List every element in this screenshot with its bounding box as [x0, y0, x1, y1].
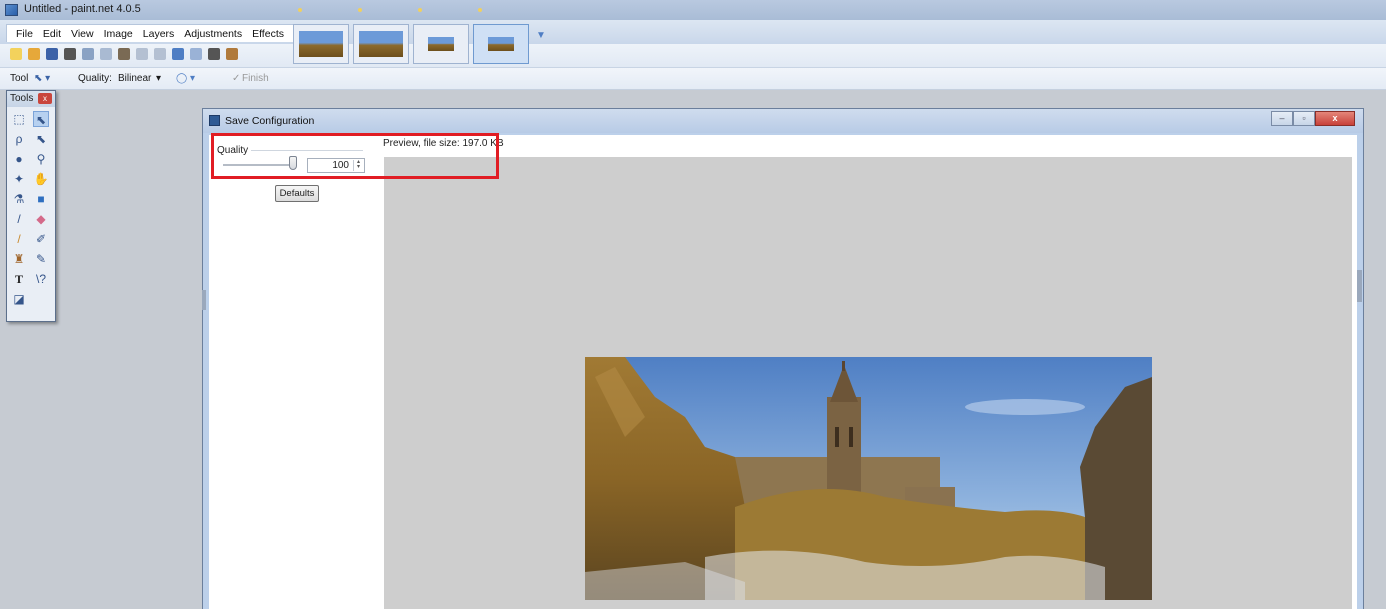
defaults-button[interactable]: Defaults: [275, 185, 319, 202]
pencil-icon[interactable]: /: [11, 231, 27, 247]
cut-icon[interactable]: [82, 48, 94, 60]
tool-arrow-icon[interactable]: ⬉ ▾: [34, 73, 50, 84]
new-icon[interactable]: [10, 48, 22, 60]
crop-icon[interactable]: [136, 48, 148, 60]
close-button[interactable]: x: [1315, 111, 1355, 126]
magic-wand-icon[interactable]: ✦: [11, 171, 27, 187]
line-curve-icon[interactable]: \?: [33, 271, 49, 287]
zoom-icon[interactable]: ⚲: [33, 151, 49, 167]
tab-dot-3: [418, 8, 422, 12]
dialog-title: Save Configuration: [225, 115, 315, 127]
image-thumb-4[interactable]: [473, 24, 529, 64]
image-thumb-3[interactable]: [413, 24, 469, 64]
tools-close-button[interactable]: x: [38, 93, 52, 104]
preview-area: [384, 157, 1352, 609]
save-icon[interactable]: [46, 48, 58, 60]
image-tabs: [293, 24, 529, 64]
tools-panel-title: Tools x: [7, 91, 55, 107]
window-title: Untitled - paint.net 4.0.5: [24, 3, 141, 15]
pan-icon[interactable]: ✋: [33, 171, 49, 187]
color-picker-icon[interactable]: ✐: [33, 231, 49, 247]
tab-dot-2: [358, 8, 362, 12]
menu-layers[interactable]: Layers: [138, 27, 180, 40]
settings-pane: Quality 100 ▴ ▾ Defaults: [209, 135, 383, 609]
quality-highlight-box: [211, 133, 499, 179]
image-thumb-2[interactable]: [353, 24, 409, 64]
preview-image: [585, 357, 1152, 600]
antialias-icon[interactable]: ◯ ▾: [176, 73, 195, 84]
open-icon[interactable]: [28, 48, 40, 60]
paste-icon[interactable]: [118, 48, 130, 60]
lasso-icon[interactable]: ρ: [11, 131, 27, 147]
quality-dropdown-arrow-icon[interactable]: ▾: [156, 73, 161, 84]
recolor-icon[interactable]: ✎: [33, 251, 49, 267]
ruler-icon[interactable]: [226, 48, 238, 60]
maximize-button[interactable]: ▫: [1293, 111, 1315, 126]
minimize-button[interactable]: –: [1271, 111, 1293, 126]
undo-icon[interactable]: [172, 48, 184, 60]
clone-stamp-icon[interactable]: ♜: [11, 251, 27, 267]
image-thumb-1[interactable]: [293, 24, 349, 64]
menu-effects[interactable]: Effects: [247, 27, 289, 40]
menu-bar: File Edit View Image Layers Adjustments …: [0, 20, 1386, 44]
move-selection-icon[interactable]: ⬉: [33, 131, 49, 147]
menu-file[interactable]: File: [11, 27, 38, 40]
move-selected-icon[interactable]: ⬉: [33, 111, 49, 127]
tools-title-text: Tools: [10, 93, 34, 104]
gradient-icon[interactable]: ■: [33, 191, 49, 207]
finish-label[interactable]: Finish: [242, 73, 269, 84]
deselect-icon[interactable]: [154, 48, 166, 60]
tool-label[interactable]: Tool: [10, 73, 28, 84]
menu-adjustments[interactable]: Adjustments: [179, 27, 247, 40]
finish-check-icon[interactable]: ✓: [232, 73, 240, 84]
right-scroll-handle[interactable]: [1357, 270, 1362, 302]
quality-dropdown[interactable]: Bilinear: [118, 73, 151, 84]
menu-edit[interactable]: Edit: [38, 27, 66, 40]
paintbrush-icon[interactable]: /: [11, 211, 27, 227]
shapes-icon[interactable]: ◪: [11, 291, 27, 307]
paintnet-app-icon: [5, 4, 18, 16]
title-bar: Untitled - paint.net 4.0.5: [0, 0, 1386, 20]
tab-dot-1: [298, 8, 302, 12]
dialog-body: Quality 100 ▴ ▾ Defaults Preview, file si…: [209, 135, 1357, 609]
tools-grid: ⬚ ⬉ ρ ⬉ ● ⚲ ✦ ✋ ⚗ ■ / ◆ / ✐ ♜ ✎ T \? ◪: [11, 111, 51, 311]
quality-label: Quality:: [78, 73, 112, 84]
tools-panel: Tools x ⬚ ⬉ ρ ⬉ ● ⚲ ✦ ✋ ⚗ ■ / ◆ / ✐ ♜ ✎ …: [6, 90, 56, 322]
paint-bucket-icon[interactable]: ⚗: [11, 191, 27, 207]
castle-photo: [585, 357, 1152, 600]
copy-icon[interactable]: [100, 48, 112, 60]
menu-view[interactable]: View: [66, 27, 99, 40]
menu-list: File Edit View Image Layers Adjustments …: [6, 24, 294, 42]
save-icon: [209, 115, 220, 126]
grid-icon[interactable]: [208, 48, 220, 60]
ellipse-select-icon[interactable]: ●: [11, 151, 27, 167]
tool-options-bar: Tool ⬉ ▾ Quality: Bilinear ▾ ◯ ▾ ✓ Finis…: [0, 68, 1386, 90]
rectangle-select-icon[interactable]: ⬚: [11, 111, 27, 127]
tabs-dropdown-icon[interactable]: ▼: [536, 30, 546, 41]
text-icon[interactable]: T: [11, 271, 27, 287]
tab-dot-4: [478, 8, 482, 12]
redo-icon[interactable]: [190, 48, 202, 60]
save-configuration-dialog: Save Configuration – ▫ x Quality 100 ▴ ▾ …: [202, 108, 1364, 609]
dialog-title-bar: Save Configuration – ▫ x: [203, 109, 1363, 133]
eraser-icon[interactable]: ◆: [33, 211, 49, 227]
print-icon[interactable]: [64, 48, 76, 60]
main-toolbar: [0, 44, 1386, 68]
menu-image[interactable]: Image: [99, 27, 138, 40]
left-scroll-handle[interactable]: [202, 290, 206, 310]
